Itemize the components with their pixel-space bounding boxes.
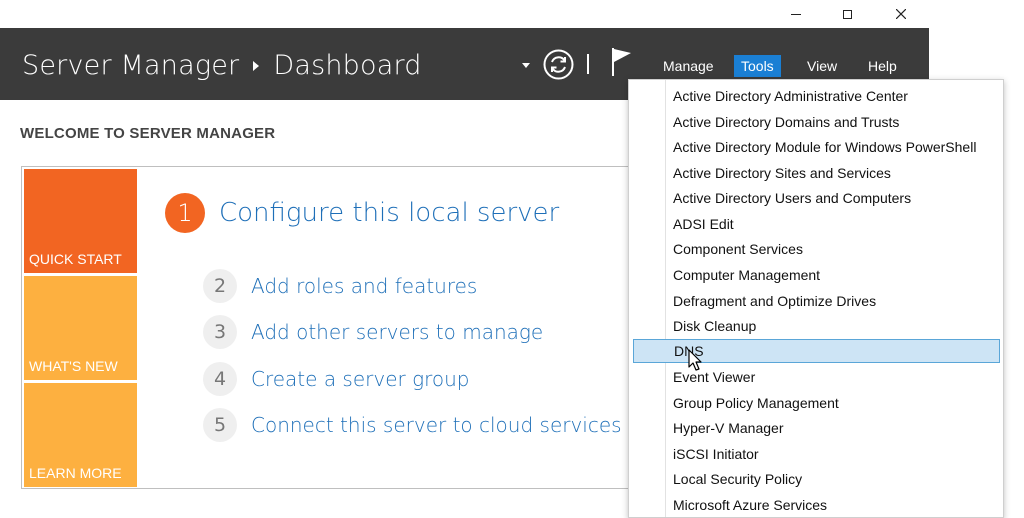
step-number: 2	[203, 269, 237, 303]
step-label: Add roles and features	[251, 274, 478, 298]
tile-learn-more[interactable]: LEARN MORE	[24, 383, 137, 487]
menu-gutter	[665, 80, 666, 517]
tools-item-disk-cleanup[interactable]: Disk Cleanup	[673, 314, 756, 338]
maximize-icon	[842, 9, 852, 19]
step-add-roles-features[interactable]: 2 Add roles and features	[203, 269, 477, 303]
welcome-panel: QUICK START WHAT'S NEW LEARN MORE 1 Conf…	[21, 166, 661, 489]
tools-item-ad-powershell-module[interactable]: Active Directory Module for Windows Powe…	[673, 135, 976, 159]
close-button[interactable]	[878, 0, 924, 28]
page-title: Dashboard	[273, 50, 422, 81]
step-number: 5	[203, 408, 237, 442]
refresh-icon[interactable]	[543, 49, 574, 80]
tools-item-local-security-policy[interactable]: Local Security Policy	[673, 467, 802, 491]
step-number: 1	[165, 193, 205, 233]
menu-help[interactable]: Help	[861, 55, 904, 77]
app-title: Server Manager	[22, 50, 240, 81]
title-bar	[0, 0, 929, 28]
dropdown-arrow-icon[interactable]	[522, 63, 530, 68]
tile-label: QUICK START	[29, 251, 122, 267]
menu-view[interactable]: View	[800, 55, 844, 77]
tile-label: WHAT'S NEW	[29, 358, 118, 374]
tools-item-component-services[interactable]: Component Services	[673, 237, 803, 261]
tools-item-azure-services[interactable]: Microsoft Azure Services	[673, 493, 827, 517]
menu-tools[interactable]: Tools	[734, 55, 781, 77]
step-configure-local-server[interactable]: 1 Configure this local server	[165, 193, 559, 233]
step-number: 3	[203, 315, 237, 349]
step-add-other-servers[interactable]: 3 Add other servers to manage	[203, 315, 543, 349]
step-connect-cloud-services[interactable]: 5 Connect this server to cloud services	[203, 408, 622, 442]
step-label: Connect this server to cloud services	[251, 413, 622, 437]
tools-item-ad-admin-center[interactable]: Active Directory Administrative Center	[673, 84, 908, 108]
breadcrumb: Server Manager Dashboard	[22, 50, 422, 81]
tools-item-iscsi-initiator[interactable]: iSCSI Initiator	[673, 442, 759, 466]
step-label: Configure this local server	[219, 198, 560, 228]
tile-label: LEARN MORE	[29, 465, 122, 481]
close-icon	[896, 9, 906, 19]
tools-item-adsi-edit[interactable]: ADSI Edit	[673, 212, 734, 236]
tile-quick-start[interactable]: QUICK START	[24, 169, 137, 273]
tools-item-computer-management[interactable]: Computer Management	[673, 263, 820, 287]
minimize-icon	[791, 13, 801, 15]
tools-item-hyper-v-manager[interactable]: Hyper-V Manager	[673, 416, 784, 440]
tools-item-ad-domains-trusts[interactable]: Active Directory Domains and Trusts	[673, 110, 899, 134]
maximize-button[interactable]	[824, 0, 870, 28]
step-number: 4	[203, 362, 237, 396]
minimize-button[interactable]	[773, 0, 819, 28]
header-separator	[587, 54, 589, 74]
welcome-heading: WELCOME TO SERVER MANAGER	[20, 125, 276, 142]
notifications-flag-icon[interactable]	[611, 47, 633, 77]
tools-item-event-viewer[interactable]: Event Viewer	[673, 365, 755, 389]
step-label: Add other servers to manage	[251, 320, 544, 344]
tile-whats-new[interactable]: WHAT'S NEW	[24, 276, 137, 380]
step-create-server-group[interactable]: 4 Create a server group	[203, 362, 470, 396]
tools-item-ad-users-computers[interactable]: Active Directory Users and Computers	[673, 186, 911, 210]
breadcrumb-arrow-icon	[253, 60, 260, 71]
tools-item-dns[interactable]: DNS	[633, 339, 1000, 363]
tools-item-defragment-drives[interactable]: Defragment and Optimize Drives	[673, 289, 876, 313]
step-label: Create a server group	[251, 367, 470, 391]
tools-item-ad-sites-services[interactable]: Active Directory Sites and Services	[673, 161, 891, 185]
tools-dropdown-menu: Active Directory Administrative Center A…	[628, 79, 1004, 518]
menu-manage[interactable]: Manage	[656, 55, 721, 77]
tools-item-group-policy[interactable]: Group Policy Management	[673, 391, 839, 415]
